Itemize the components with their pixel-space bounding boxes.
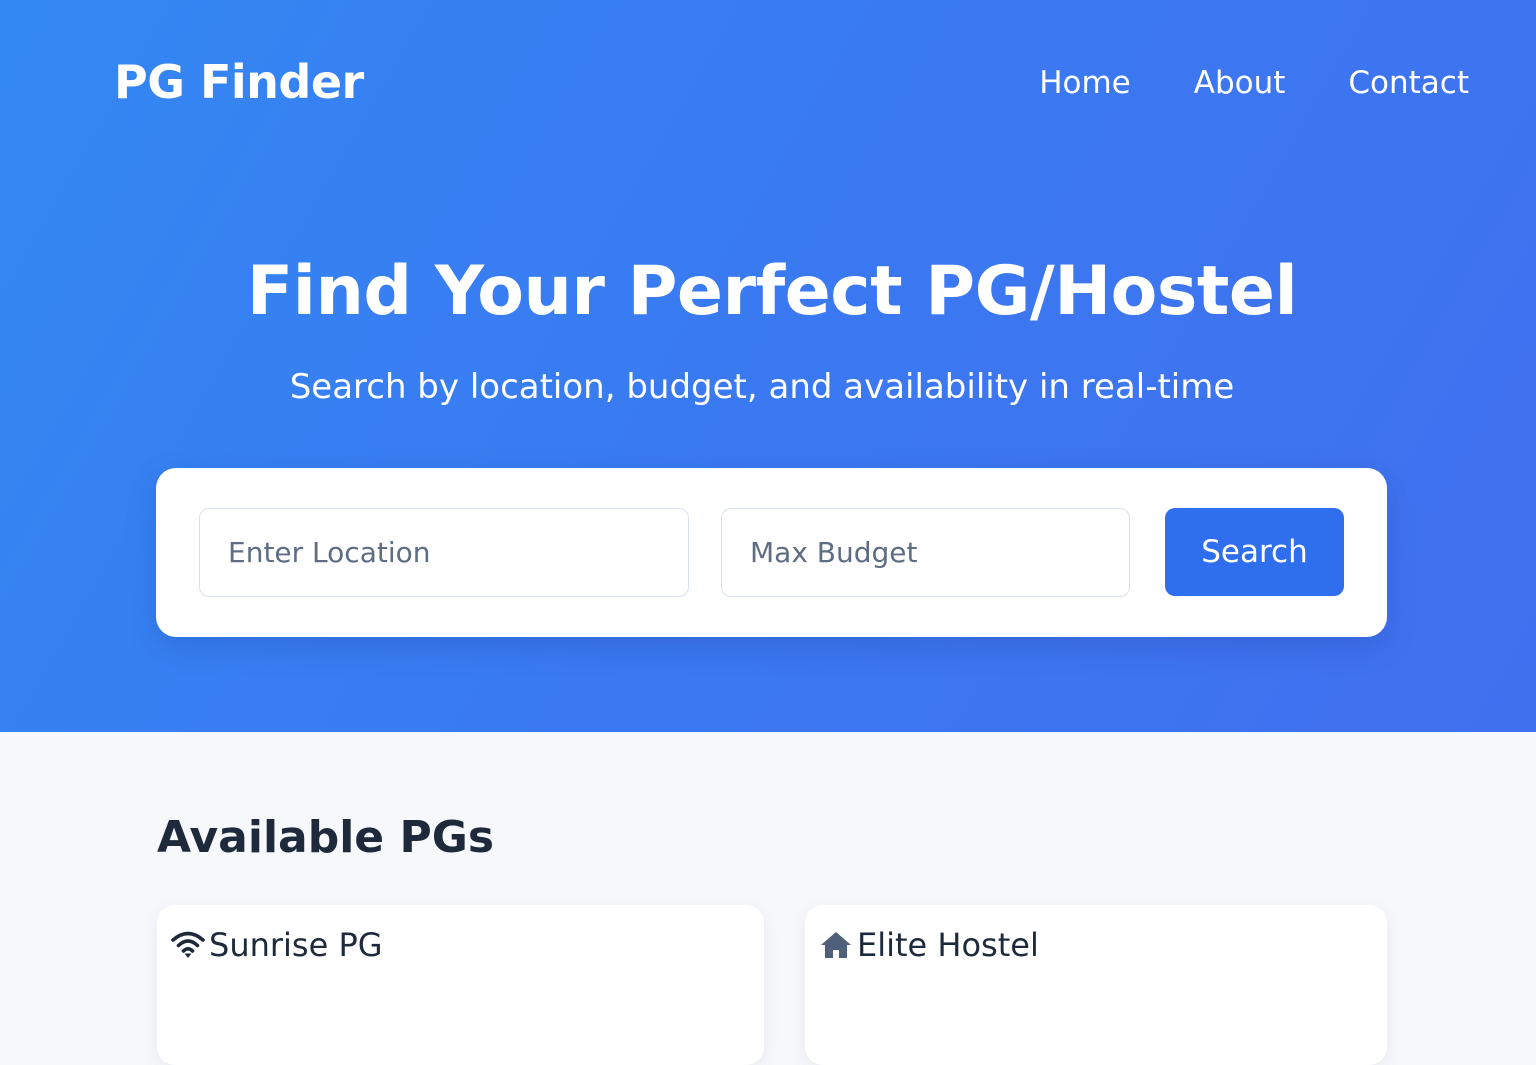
brand-logo[interactable]: PG Finder xyxy=(114,52,364,112)
home-icon xyxy=(819,928,853,962)
section-title: Available PGs xyxy=(157,812,495,863)
budget-input[interactable] xyxy=(721,508,1130,597)
pg-card[interactable]: Sunrise PG xyxy=(157,905,764,1065)
pg-card-header: Elite Hostel xyxy=(819,925,1039,965)
pg-name: Elite Hostel xyxy=(857,926,1039,964)
wifi-icon xyxy=(171,928,205,962)
main-nav: Home About Contact xyxy=(1039,62,1469,104)
pg-name: Sunrise PG xyxy=(209,926,383,964)
hero-title: Find Your Perfect PG/Hostel xyxy=(246,252,1298,331)
nav-link-home[interactable]: Home xyxy=(1039,62,1131,104)
pg-card-header: Sunrise PG xyxy=(171,925,383,965)
search-button[interactable]: Search xyxy=(1165,508,1344,596)
nav-link-contact[interactable]: Contact xyxy=(1348,62,1469,104)
hero-section: PG Finder Home About Contact Find Your P… xyxy=(0,0,1536,732)
location-input[interactable] xyxy=(199,508,689,597)
hero-subtitle: Search by location, budget, and availabi… xyxy=(289,367,1235,407)
search-panel: Search xyxy=(156,468,1387,637)
results-section: Available PGs Sunrise PG Elite Hostel xyxy=(0,732,1536,1065)
nav-link-about[interactable]: About xyxy=(1194,62,1286,104)
pg-card[interactable]: Elite Hostel xyxy=(805,905,1387,1065)
